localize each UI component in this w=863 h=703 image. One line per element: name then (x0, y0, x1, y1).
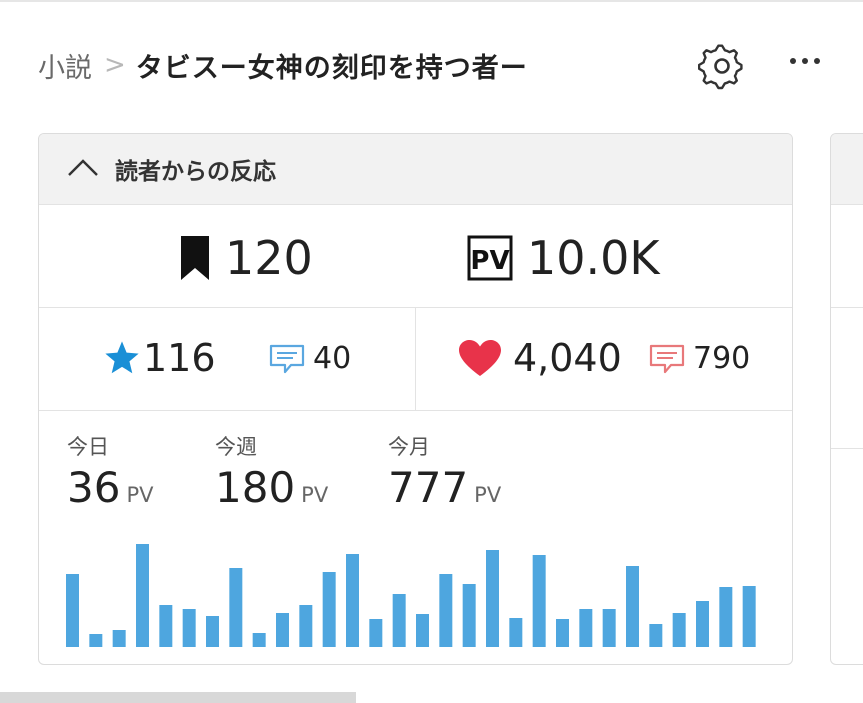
chart-bar (719, 587, 733, 647)
bookmark-stat: 120 (179, 231, 313, 285)
more-icon[interactable] (790, 58, 820, 64)
page-header: 小説 > タビスー女神の刻印を持つ者ー (38, 40, 863, 90)
chart-bar (252, 633, 266, 647)
chart-bar (626, 566, 639, 647)
heart-comment-count: 790 (693, 341, 751, 376)
pv-today: 今日 36 PV (67, 431, 153, 512)
breadcrumb-root[interactable]: 小説 (38, 46, 92, 85)
pv-unit: PV (301, 483, 329, 507)
breadcrumb-separator: > (104, 50, 126, 80)
ratings-divider (415, 308, 416, 410)
pv-unit: PV (474, 483, 502, 507)
chart-bar (579, 609, 593, 647)
chart-bar (649, 624, 663, 647)
star-stat: 116 (103, 336, 216, 380)
chart-bar (346, 554, 359, 647)
chart-bar (509, 618, 523, 647)
bookmark-count: 120 (225, 231, 313, 285)
pv-today-label: 今日 (67, 435, 109, 459)
page-title: タビスー女神の刻印を持つ者ー (135, 52, 528, 84)
chart-bar (182, 609, 196, 647)
chart-bar (229, 568, 243, 647)
chart-bar (159, 605, 173, 647)
chart-bar (742, 586, 756, 647)
comment-icon (269, 344, 305, 373)
pv-week-label: 今週 (215, 435, 257, 459)
bookmark-icon (181, 236, 209, 280)
chart-bar (672, 613, 686, 647)
chart-bar (696, 601, 709, 647)
pv-week-value: 180 (215, 463, 296, 512)
star-count: 116 (143, 336, 216, 380)
chart-bar (276, 613, 289, 647)
pv-month-value: 777 (388, 463, 469, 512)
heart-count: 4,040 (513, 336, 622, 380)
reactions-card: 読者からの反応 120 PV 10.0K 116 40 4,040 790 今日… (38, 133, 793, 665)
heart-stat: 4,040 (457, 336, 622, 380)
gear-icon[interactable] (698, 42, 746, 90)
chart-bar (206, 616, 219, 647)
pv-unit: PV (126, 483, 154, 507)
chart-bar (556, 619, 569, 647)
heart-icon (459, 340, 501, 376)
horizontal-scrollbar[interactable] (0, 692, 356, 703)
pv-total-stat: PV 10.0K (467, 231, 660, 285)
chart-bar (602, 609, 616, 647)
chart-bar (136, 544, 149, 647)
top-divider (0, 0, 863, 2)
pv-bar-chart (66, 544, 756, 647)
ratings-row: 116 40 4,040 790 (39, 308, 792, 411)
svg-text:PV: PV (470, 246, 509, 276)
second-card-header[interactable] (831, 134, 863, 205)
reactions-card-header[interactable]: 読者からの反応 (39, 134, 792, 205)
star-comment-stat: 40 (269, 341, 351, 376)
second-card-partial (830, 133, 863, 665)
pv-icon: PV (467, 235, 513, 281)
pv-week: 今週 180 PV (215, 431, 328, 512)
pv-month-label: 今月 (388, 435, 430, 459)
comment-icon (649, 344, 685, 373)
chart-bar (369, 619, 383, 647)
chart-bar (532, 555, 546, 647)
chart-bar (439, 574, 453, 647)
chart-bar (66, 574, 79, 647)
pv-today-value: 36 (67, 463, 121, 512)
chart-bar (416, 614, 429, 647)
chart-bar (392, 594, 406, 647)
chart-bar (299, 605, 313, 647)
second-card-divider (831, 448, 863, 449)
totals-row: 120 PV 10.0K (39, 205, 792, 308)
chart-bar (486, 550, 499, 647)
star-icon (105, 341, 139, 374)
star-comment-count: 40 (313, 341, 352, 376)
chart-bar (322, 572, 336, 647)
chart-bar (462, 584, 476, 647)
chart-bar (89, 634, 103, 647)
pv-month: 今月 777 PV (388, 431, 501, 512)
reactions-card-title: 読者からの反応 (115, 159, 276, 185)
heart-comment-stat: 790 (649, 341, 750, 376)
chevron-up-icon[interactable] (63, 149, 103, 189)
second-card-divider (831, 307, 863, 308)
chart-bar (112, 630, 126, 647)
pv-total-count: 10.0K (527, 231, 660, 285)
